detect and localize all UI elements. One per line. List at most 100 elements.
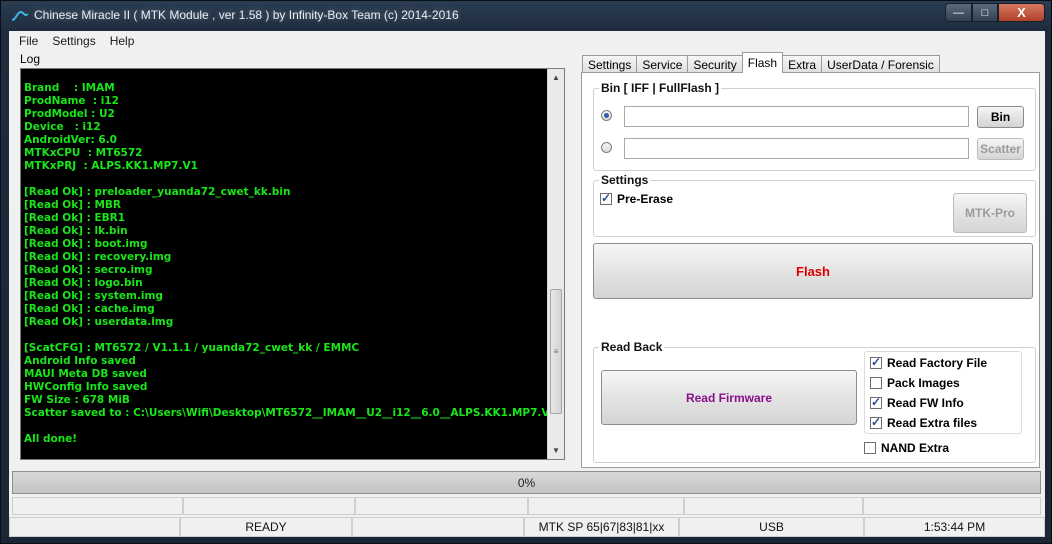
log-line: All done! [24,433,78,445]
status-port: USB [679,517,864,537]
read-back-group-title: Read Back [599,340,665,354]
read-fw-info-checkbox[interactable]: Read FW Info [870,395,964,410]
menu-settings[interactable]: Settings [45,34,102,48]
pack-images-checkbox[interactable]: Pack Images [870,376,960,390]
log-line: Brand : IMAM [24,82,115,94]
settings-group: Settings Pre-Erase MTK-Pro [593,173,1036,237]
bin-radio[interactable] [601,110,612,121]
settings-group-title: Settings [599,173,651,187]
scatter-path-field[interactable] [624,138,969,159]
app-wave-icon [11,10,29,21]
status-sp: MTK SP 65|67|83|81|xx [524,517,679,537]
read-factory-file-label: Read Factory File [887,356,988,370]
tab-userdata-forensic[interactable]: UserData / Forensic [821,55,940,73]
log-line: FW Size : 678 MiB [24,394,130,406]
log-line: [Read Ok] : preloader_yuanda72_cwet_kk.b… [24,186,291,198]
log-line: [Read Ok] : logo.bin [24,277,143,289]
flash-tab-panel: Bin [ IFF | FullFlash ] Bin Scatter Sett… [581,72,1040,468]
progress-bar: 0% [12,471,1041,494]
window-title: Chinese Miracle II ( MTK Module , ver 1.… [34,8,459,22]
info-cell [183,497,355,515]
bin-path-field[interactable] [624,106,969,127]
info-row [12,497,1041,515]
scatter-button[interactable]: Scatter [977,138,1024,160]
title-bar[interactable]: Chinese Miracle II ( MTK Module , ver 1.… [1,1,1051,31]
mtk-pro-button[interactable]: MTK-Pro [953,193,1027,233]
log-label: Log [20,52,41,66]
status-cell-empty [9,517,180,537]
nand-extra-check-icon [864,442,876,454]
menu-bar: File Settings Help [9,31,1045,51]
log-line: [Read Ok] : lk.bin [24,225,128,237]
read-fw-info-label: Read FW Info [887,396,964,410]
log-line: [Read Ok] : secro.img [24,264,153,276]
status-time: 1:53:44 PM [864,517,1045,537]
app-window: Chinese Miracle II ( MTK Module , ver 1.… [0,0,1052,544]
nand-extra-label: NAND Extra [881,441,950,455]
scroll-down-arrow-icon[interactable]: ▼ [548,442,564,459]
info-cell [528,497,684,515]
log-line: ProdModel : U2 [24,108,115,120]
tab-security[interactable]: Security [687,55,743,73]
menu-help[interactable]: Help [103,34,142,48]
info-cell [863,497,1041,515]
log-line: [Read Ok] : MBR [24,199,122,211]
info-cell [355,497,528,515]
pack-images-check-icon [870,377,882,389]
pre-erase-checkbox[interactable]: Pre-Erase [600,191,674,206]
read-factory-file-checkbox[interactable]: Read Factory File [870,355,988,370]
log-output[interactable]: Brand : IMAM ProdName : i12 ProdModel : U2… [24,82,547,458]
menu-file[interactable]: File [12,34,45,48]
log-line: [Read Ok] : system.img [24,290,163,302]
bin-button[interactable]: Bin [977,106,1024,128]
tab-strip: Settings Service Security Flash Extra Us… [582,52,940,73]
log-line: Scatter saved to : C:\Users\Wifi\Desktop… [24,407,547,419]
client-area: File Settings Help Log Brand : IMAM ProdN… [9,31,1045,537]
log-line: [Read Ok] : EBR1 [24,212,126,224]
log-line: [Read Ok] : userdata.img [24,316,174,328]
pack-images-label: Pack Images [887,376,960,390]
info-cell [684,497,863,515]
tab-service[interactable]: Service [636,55,689,73]
read-fw-info-check-icon [870,395,882,409]
pre-erase-label: Pre-Erase [617,192,674,206]
minimize-button[interactable]: — [945,3,972,22]
log-line: AndroidVer: 6.0 [24,134,117,146]
log-scrollbar[interactable]: ▲ ≡ ▼ [547,69,564,459]
log-line: MAUI Meta DB saved [24,368,147,380]
log-panel: Brand : IMAM ProdName : i12 ProdModel : U2… [20,68,565,460]
tab-flash[interactable]: Flash [741,52,784,73]
flash-button[interactable]: Flash [593,243,1033,299]
read-extra-files-check-icon [870,415,882,429]
log-line: HWConfig Info saved [24,381,148,393]
read-options-group: Read Factory File Pack Images Read FW In… [864,351,1022,434]
scroll-up-arrow-icon[interactable]: ▲ [548,69,564,86]
info-cell [12,497,183,515]
log-line: MTKxCPU : MT6572 [24,147,143,159]
tab-extra[interactable]: Extra [782,55,823,73]
read-extra-files-label: Read Extra files [887,416,978,430]
status-bar: READY MTK SP 65|67|83|81|xx USB 1:53:44 … [9,517,1045,537]
read-extra-files-checkbox[interactable]: Read Extra files [870,415,978,430]
close-button[interactable]: X [998,3,1045,22]
log-line: ProdName : i12 [24,95,119,107]
log-line: MTKxPRJ : ALPS.KK1.MP7.V1 [24,160,198,172]
read-back-group: Read Back Read Firmware Read Factory Fil… [593,340,1036,463]
bin-group: Bin [ IFF | FullFlash ] Bin Scatter [593,81,1036,171]
read-firmware-button[interactable]: Read Firmware [601,370,857,425]
scatter-radio[interactable] [601,142,612,153]
status-cell-empty [352,517,524,537]
status-ready: READY [180,517,352,537]
log-line: [ScatCFG] : MT6572 / V1.1.1 / yuanda72_c… [24,342,360,354]
read-factory-file-check-icon [870,355,882,369]
maximize-button[interactable]: □ [972,3,998,22]
log-line: [Read Ok] : boot.img [24,238,148,250]
tab-settings[interactable]: Settings [582,55,638,73]
log-line: Android Info saved [24,355,136,367]
nand-extra-checkbox[interactable]: NAND Extra [864,441,949,455]
log-line: [Read Ok] : cache.img [24,303,155,315]
scroll-thumb[interactable]: ≡ [550,289,562,414]
